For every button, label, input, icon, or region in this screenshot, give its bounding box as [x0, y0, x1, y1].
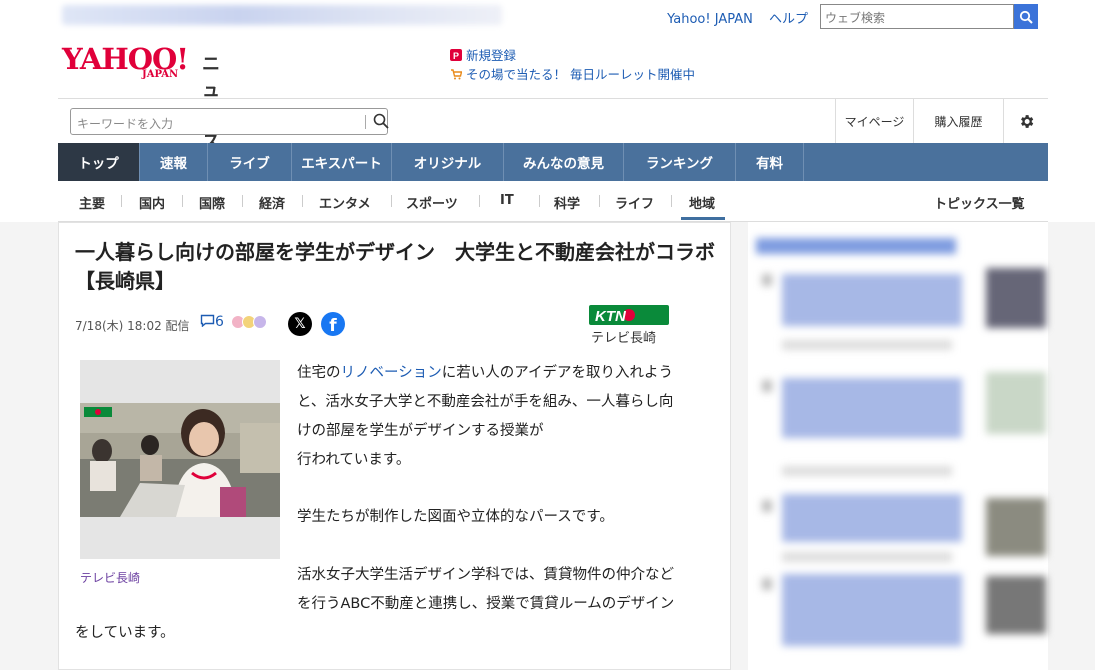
- nav-live[interactable]: ライブ: [208, 143, 292, 181]
- publish-date: 7/18(木) 18:02 配信: [75, 319, 190, 333]
- cat-sports[interactable]: スポーツ: [406, 193, 458, 212]
- svg-text:KTN: KTN: [595, 308, 627, 325]
- nav-original[interactable]: オリジナル: [392, 143, 504, 181]
- cart-icon: [451, 69, 462, 80]
- cat-it[interactable]: IT: [500, 193, 514, 208]
- yahoo-japan-link[interactable]: Yahoo! JAPAN: [667, 12, 753, 27]
- search-icon[interactable]: [373, 113, 389, 129]
- paragraph-1: 住宅のリノベーションに若い人のアイデアを取り入れよう と、活水女子大学と不動産会…: [297, 365, 674, 468]
- main-nav: トップ 速報 ライブ エキスパート オリジナル みんなの意見 ランキング 有料: [58, 143, 1048, 181]
- reaction-faces[interactable]: [231, 315, 267, 329]
- facebook-share-button[interactable]: f: [321, 312, 345, 336]
- yahoo-news-logo[interactable]: YAHOO! JAPAN ニュース: [62, 44, 220, 153]
- photo-caption: テレビ長崎: [80, 571, 141, 585]
- search-icon: [1019, 10, 1033, 24]
- paragraph-3-line3: をしています。: [75, 625, 175, 641]
- paypay-icon: P: [450, 49, 462, 61]
- cat-entertainment[interactable]: エンタメ: [319, 193, 371, 212]
- blurred-banner: [62, 5, 502, 25]
- divider: [365, 115, 366, 129]
- nav-breaking[interactable]: 速報: [140, 143, 208, 181]
- web-search-button[interactable]: [1014, 4, 1038, 29]
- cat-main[interactable]: 主要: [79, 193, 105, 212]
- gear-icon: [1020, 115, 1033, 128]
- cat-domestic[interactable]: 国内: [139, 193, 165, 212]
- nav-ranking[interactable]: ランキング: [624, 143, 736, 181]
- sad-face-icon: [253, 315, 267, 329]
- nav-expert[interactable]: エキスパート: [292, 143, 392, 181]
- cat-life[interactable]: ライフ: [615, 193, 654, 212]
- renovation-link[interactable]: リノベーション: [341, 365, 442, 381]
- nav-opinions[interactable]: みんなの意見: [504, 143, 624, 181]
- purchase-history-link[interactable]: 購入履歴: [913, 99, 1003, 144]
- cat-science[interactable]: 科学: [554, 193, 580, 212]
- topics-list-link[interactable]: トピックス一覧: [934, 193, 1025, 212]
- category-nav: 主要 国内 国際 経済 エンタメ スポーツ IT 科学 ライフ 地域 トピックス…: [58, 181, 1048, 222]
- ktn-logo-icon: KTN: [589, 305, 669, 325]
- classroom-photo: [80, 403, 280, 517]
- help-link[interactable]: ヘルプ: [769, 12, 808, 27]
- signup-link[interactable]: P 新規登録: [450, 46, 695, 65]
- sidebar-ranking-blurred: [748, 222, 1048, 670]
- x-share-button[interactable]: 𝕏: [288, 312, 312, 336]
- search-row: キーワードを入力 マイページ 購入履歴: [58, 98, 1048, 144]
- article-photo[interactable]: [80, 360, 280, 559]
- nav-top[interactable]: トップ: [58, 143, 140, 181]
- top-links: Yahoo! JAPAN ヘルプ: [655, 8, 808, 27]
- nav-paid[interactable]: 有料: [736, 143, 804, 181]
- article: 一人暮らし向けの部屋を学生がデザイン 大学生と不動産会社がコラボ【長崎県】 7/…: [58, 222, 731, 670]
- cat-international[interactable]: 国際: [199, 193, 225, 212]
- keyword-search-input[interactable]: キーワードを入力: [70, 108, 389, 135]
- paragraph-3-line1: 活水女子大学生活デザイン学科では、賃貸物件の仲介など: [297, 567, 674, 583]
- svg-text:P: P: [453, 51, 459, 61]
- promo-links: P 新規登録 その場で当たる！ 毎日ルーレット開催中: [450, 46, 695, 84]
- cat-economy[interactable]: 経済: [259, 193, 285, 212]
- source-logo[interactable]: KTN テレビ長崎: [589, 303, 671, 346]
- article-title: 一人暮らし向けの部屋を学生がデザイン 大学生と不動産会社がコラボ【長崎県】: [75, 240, 715, 293]
- paragraph-3-line2: を行うABC不動産と連携し、授業で賃貸ルームのデザイン: [297, 596, 675, 612]
- cat-regional[interactable]: 地域: [689, 193, 715, 212]
- settings-button[interactable]: [1003, 99, 1048, 144]
- active-underline: [681, 217, 725, 220]
- comment-count[interactable]: 6: [200, 314, 224, 330]
- mypage-link[interactable]: マイページ: [835, 99, 913, 144]
- web-search-input[interactable]: ウェブ検索: [820, 4, 1014, 29]
- paragraph-2: 学生たちが制作した図面や立体的なパースです。: [297, 509, 614, 525]
- facebook-icon: f: [329, 316, 337, 336]
- roulette-link[interactable]: その場で当たる！ 毎日ルーレット開催中: [450, 65, 695, 84]
- x-logo-icon: 𝕏: [294, 316, 306, 332]
- comment-icon: [200, 314, 215, 328]
- top-bar: Yahoo! JAPAN ヘルプ ウェブ検索: [58, 0, 1048, 32]
- source-name: テレビ長崎: [591, 331, 657, 346]
